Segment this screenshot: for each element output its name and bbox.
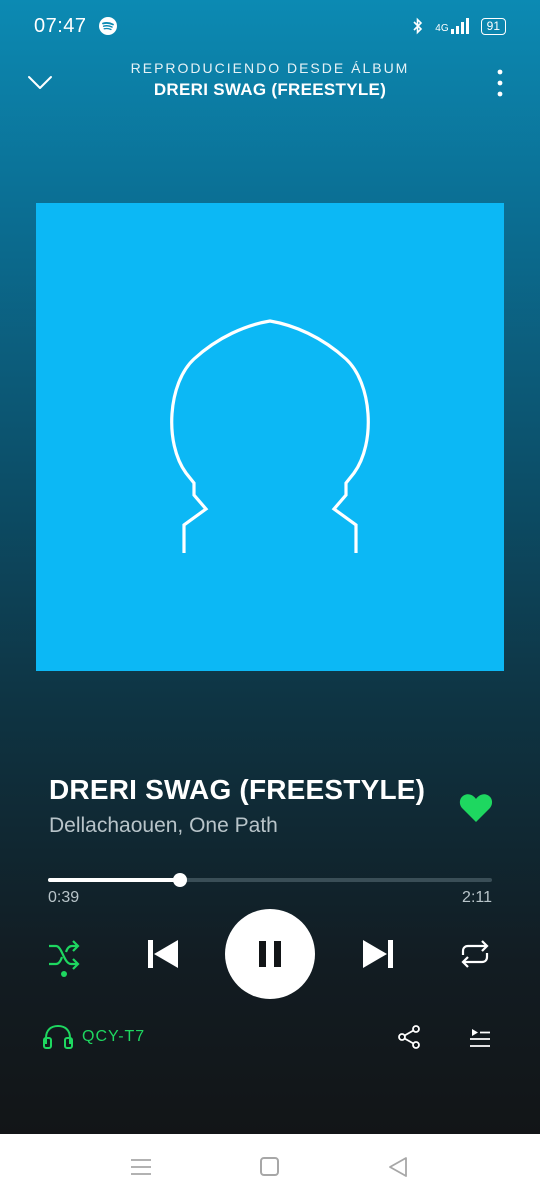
battery-icon: 91 <box>480 17 506 35</box>
progress-bar[interactable] <box>48 873 492 887</box>
skip-previous-icon[interactable] <box>145 936 181 972</box>
status-time: 07:47 <box>34 14 87 37</box>
progress-fill <box>48 878 181 882</box>
connected-device[interactable]: QCY-T7 <box>42 1024 145 1050</box>
device-name: QCY-T7 <box>82 1028 146 1045</box>
queue-icon[interactable] <box>468 1026 492 1050</box>
spotify-icon <box>98 17 117 35</box>
track-title[interactable]: DRERI SWAG (FREESTYLE) <box>49 774 425 806</box>
track-artists[interactable]: Dellachaouen, One Path <box>49 814 278 838</box>
pause-icon <box>259 941 281 967</box>
status-bar: 07:47 4G 91 <box>0 0 540 52</box>
player-header: REPRODUCIENDO DESDE ÁLBUM DRERI SWAG (FR… <box>0 58 540 108</box>
skip-next-icon[interactable] <box>360 936 396 972</box>
playing-from-label: REPRODUCIENDO DESDE ÁLBUM <box>130 60 410 76</box>
pause-button[interactable] <box>225 909 315 999</box>
headphones-icon <box>43 1024 73 1049</box>
chevron-down-icon[interactable] <box>24 66 56 98</box>
album-title[interactable]: DRERI SWAG (FREESTYLE) <box>90 80 450 100</box>
arch-outline-graphic <box>170 319 370 553</box>
shuffle-icon[interactable] <box>46 936 82 976</box>
network-type: 4G <box>435 23 449 34</box>
elapsed-time: 0:39 <box>48 889 80 906</box>
album-art <box>36 203 504 671</box>
more-options-icon[interactable] <box>490 68 510 98</box>
shuffle-active-indicator <box>61 971 67 977</box>
recent-apps-icon[interactable] <box>130 1158 152 1176</box>
total-time: 2:11 <box>462 889 492 906</box>
back-icon[interactable] <box>387 1156 409 1178</box>
signal-icon <box>450 18 469 34</box>
share-icon[interactable] <box>396 1024 422 1050</box>
heart-icon[interactable] <box>458 792 494 824</box>
progress-thumb[interactable] <box>173 873 188 887</box>
now-playing-screen: 07:47 4G 91 REPRODUCIENDO DESDE ÁLBUM DR… <box>0 0 540 1134</box>
home-icon[interactable] <box>260 1157 279 1176</box>
system-nav-bar <box>0 1134 540 1200</box>
repeat-icon[interactable] <box>458 938 492 970</box>
bluetooth-icon <box>413 17 423 35</box>
